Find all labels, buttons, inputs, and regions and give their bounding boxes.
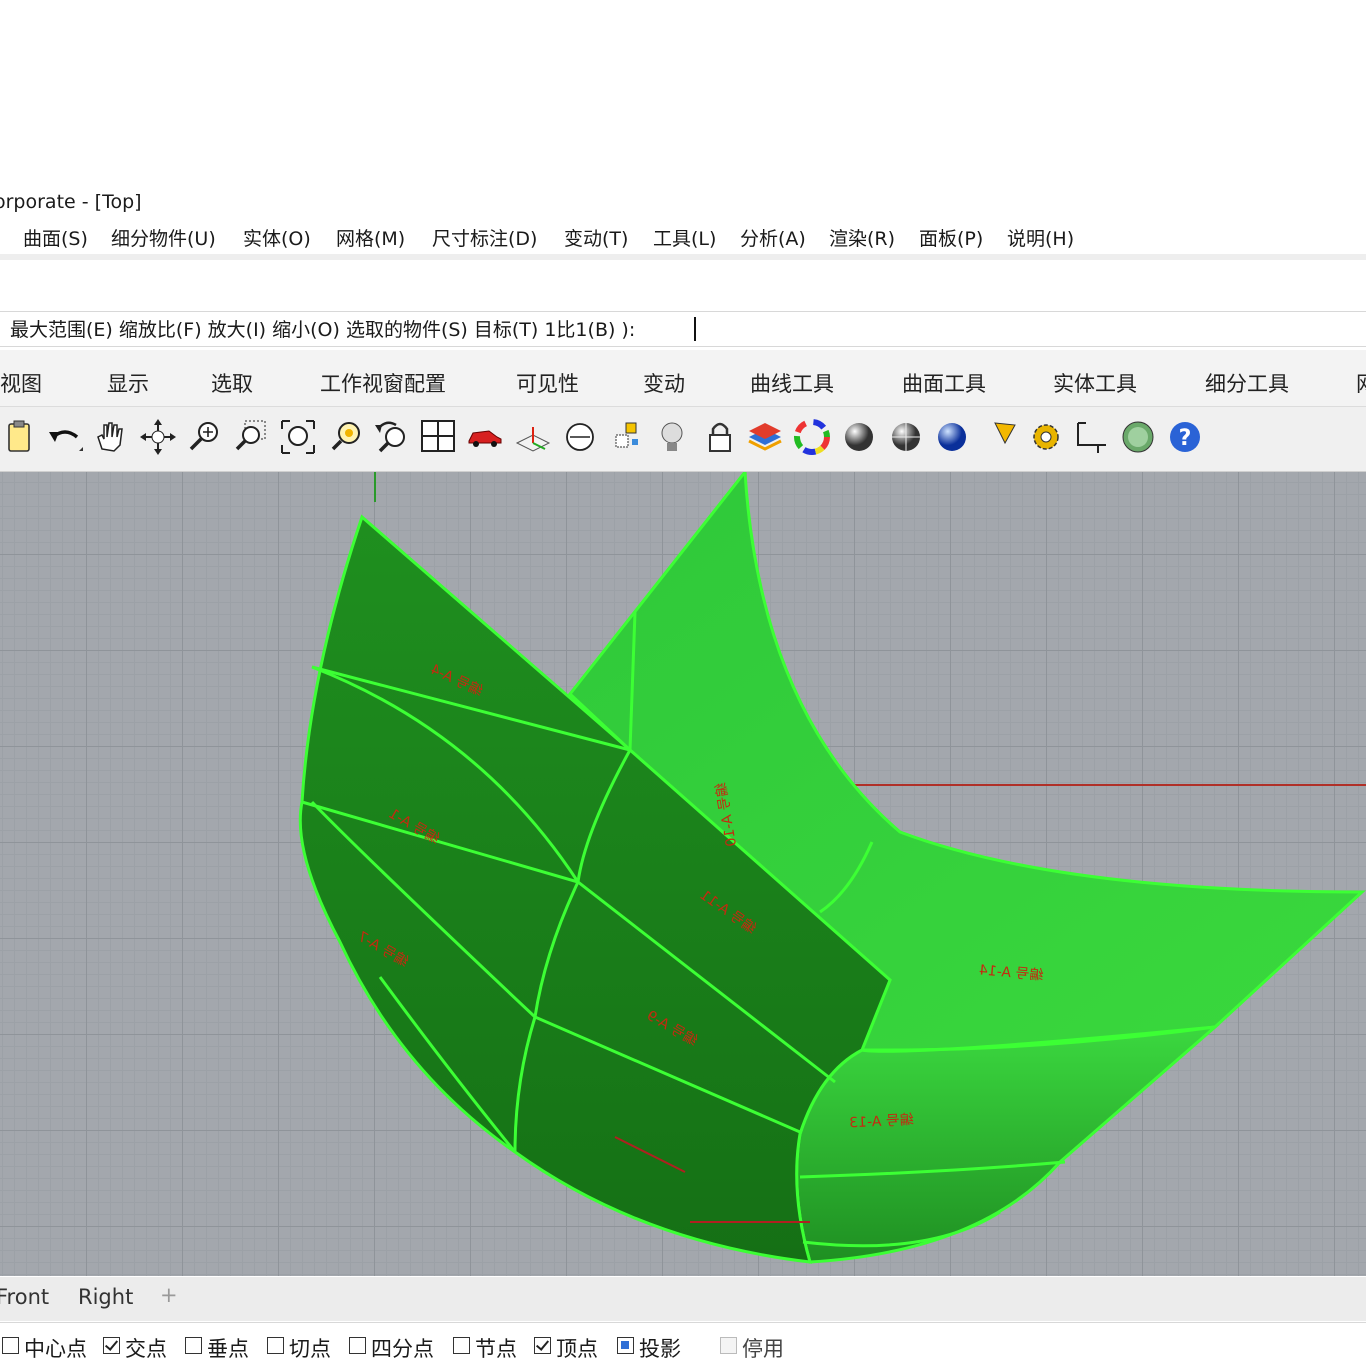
zoom-icon[interactable] [185, 415, 225, 459]
light-bulb-icon[interactable] [652, 415, 692, 459]
toolbar-tabs: 视图 显示 选取 工作视窗配置 可见性 变动 曲线工具 曲面工具 实体工具 细分… [0, 350, 1366, 407]
tab-mesh-tools[interactable]: 网 [1356, 368, 1366, 398]
clipboard-icon[interactable] [0, 415, 40, 459]
command-prompt[interactable]: 最大范围(E) 缩放比(F) 放大(I) 缩小(O) 选取的物件(S) 目标(T… [10, 315, 635, 342]
undo-icon[interactable] [45, 415, 85, 459]
menu-dimension[interactable]: 尺寸标注(D) [432, 224, 537, 251]
color-wheel-icon[interactable] [792, 415, 832, 459]
menu-render[interactable]: 渲染(R) [829, 224, 895, 251]
four-viewports-icon[interactable] [418, 415, 458, 459]
menu-transform[interactable]: 变动(T) [564, 224, 628, 251]
undo-view-icon[interactable] [372, 415, 412, 459]
tab-visibility[interactable]: 可见性 [516, 368, 579, 398]
rendered-sphere-icon[interactable] [932, 415, 972, 459]
text-caret [694, 317, 696, 341]
shaded-sphere-icon[interactable] [839, 415, 879, 459]
command-line[interactable]: 最大范围(E) 缩放比(F) 放大(I) 缩小(O) 选取的物件(S) 目标(T… [0, 311, 1366, 347]
menu-solid[interactable]: 实体(O) [243, 224, 311, 251]
menu-panels[interactable]: 面板(P) [919, 224, 983, 251]
svg-text:?: ? [1179, 426, 1192, 451]
tab-select[interactable]: 选取 [211, 368, 253, 398]
plus-icon[interactable]: + [160, 1283, 178, 1307]
zoom-selected-icon[interactable] [327, 415, 367, 459]
command-history [0, 260, 1366, 310]
surface-label-a13: 编号 A-13 [849, 1112, 914, 1131]
standard-toolbar: ? [0, 407, 1366, 472]
menu-mesh[interactable]: 网格(M) [336, 224, 405, 251]
menu-analyze[interactable]: 分析(A) [740, 224, 806, 251]
tab-viewport-layout[interactable]: 工作视窗配置 [320, 368, 446, 398]
environment-icon[interactable] [1118, 415, 1158, 459]
menu-surface[interactable]: 曲面(S) [23, 224, 88, 251]
zoom-window-icon[interactable] [231, 415, 271, 459]
snapshot-icon[interactable] [560, 415, 600, 459]
viewport-tabs: Front Right + [0, 1277, 1366, 1321]
help-icon[interactable]: ? [1165, 415, 1205, 459]
osnap-bar: 中心点 交点 垂点 切点 四分点 节点 顶点 投影 停用 [0, 1322, 1366, 1367]
pan-hand-icon[interactable] [90, 415, 130, 459]
tab-transform[interactable]: 变动 [643, 368, 685, 398]
tab-solid-tools[interactable]: 实体工具 [1053, 368, 1137, 398]
dimension-icon[interactable] [1072, 415, 1112, 459]
car-icon[interactable] [465, 415, 505, 459]
menu-tools[interactable]: 工具(L) [653, 224, 716, 251]
surface-right [795, 1024, 1220, 1264]
options-gear-icon[interactable] [1026, 415, 1066, 459]
tab-surface-tools[interactable]: 曲面工具 [902, 368, 986, 398]
top-viewport[interactable]: 编号 A-4 编号 A-10 编号 A-1 编号 A-11 编号 A-7 编号 … [0, 472, 1366, 1276]
cplane-icon[interactable] [513, 415, 553, 459]
tab-display[interactable]: 显示 [107, 368, 149, 398]
named-position-icon[interactable] [606, 415, 646, 459]
tab-view[interactable]: 视图 [0, 368, 42, 398]
rotate-view-icon[interactable] [138, 415, 178, 459]
lock-icon[interactable] [700, 415, 740, 459]
light-icon[interactable] [985, 415, 1025, 459]
layer-icon[interactable] [745, 415, 785, 459]
viewport-tab-right[interactable]: Right [78, 1285, 133, 1309]
window-title: orporate - [Top] [0, 191, 142, 213]
tab-subd-tools[interactable]: 细分工具 [1205, 368, 1289, 398]
tab-curve-tools[interactable]: 曲线工具 [750, 368, 834, 398]
menu-subd[interactable]: 细分物件(U) [111, 224, 216, 251]
zoom-extents-icon[interactable] [278, 415, 318, 459]
viewport-tab-front[interactable]: Front [0, 1285, 49, 1309]
menu-help[interactable]: 说明(H) [1007, 224, 1074, 251]
ghosted-sphere-icon[interactable] [886, 415, 926, 459]
menu-bar: 曲面(S) 细分物件(U) 实体(O) 网格(M) 尺寸标注(D) 变动(T) … [0, 220, 1366, 260]
